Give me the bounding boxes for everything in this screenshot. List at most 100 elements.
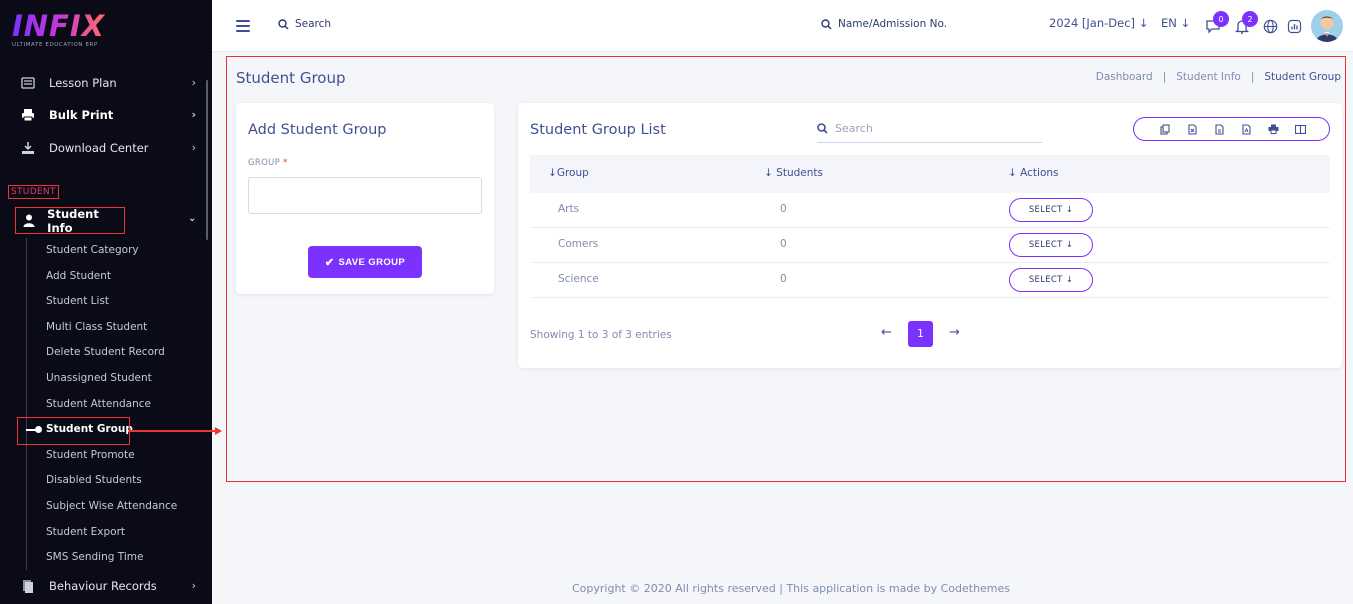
- csv-file-icon: [1214, 123, 1224, 135]
- pdf-button[interactable]: [1232, 118, 1259, 140]
- pdf-file-icon: [1241, 123, 1251, 135]
- notifications-button[interactable]: 2: [1233, 11, 1258, 35]
- select-dropdown-button[interactable]: SELECT ↓: [1009, 198, 1093, 222]
- stats-button[interactable]: [1285, 17, 1303, 35]
- list-search[interactable]: Search: [817, 115, 1042, 143]
- cell-group: Science: [558, 273, 599, 285]
- column-header-students[interactable]: ↓ Students: [764, 167, 823, 179]
- entries-info: Showing 1 to 3 of 3 entries: [530, 329, 672, 341]
- chevron-right-icon: ›: [191, 108, 196, 121]
- sort-arrow-icon: ↓: [764, 167, 773, 179]
- required-mark: *: [283, 158, 288, 168]
- group-field-label: GROUP *: [248, 158, 288, 168]
- breadcrumb-dashboard[interactable]: Dashboard: [1096, 71, 1153, 83]
- sidebar-item-bulk-print[interactable]: Bulk Print ›: [20, 103, 202, 127]
- column-header-label: Students: [776, 167, 823, 179]
- print-button[interactable]: [1259, 118, 1286, 140]
- columns-button[interactable]: [1286, 118, 1313, 140]
- sidebar-item-lesson-plan[interactable]: Lesson Plan ›: [20, 71, 202, 95]
- breadcrumb: Dashboard | Student Info | Student Group: [1096, 71, 1341, 83]
- logo[interactable]: INFIX ULTIMATE EDUCATION ERP: [12, 10, 105, 48]
- sidebar-scrollbar[interactable]: [206, 80, 208, 240]
- hamburger-menu-icon[interactable]: [236, 20, 250, 32]
- group-name-input[interactable]: [248, 177, 482, 214]
- language-select[interactable]: EN ↓: [1161, 16, 1190, 30]
- list-search-placeholder: Search: [835, 122, 873, 135]
- sidebar-item-behaviour-records[interactable]: Behaviour Records ›: [20, 574, 202, 598]
- select-label: SELECT: [1028, 205, 1063, 215]
- globe-icon: [1263, 19, 1277, 33]
- chevron-right-icon: ›: [191, 579, 196, 592]
- cell-students: 0: [780, 273, 787, 285]
- logo-tagline: ULTIMATE EDUCATION ERP: [12, 42, 98, 48]
- sidebar-subitem[interactable]: Unassigned Student: [46, 372, 152, 384]
- arrow-down-icon: ↓: [1065, 275, 1074, 285]
- breadcrumb-current: Student Group: [1264, 71, 1341, 83]
- breadcrumb-student-info[interactable]: Student Info: [1176, 71, 1241, 83]
- csv-button[interactable]: [1205, 118, 1232, 140]
- behaviour-icon: [20, 578, 36, 594]
- sidebar-item-label: Bulk Print: [49, 108, 114, 122]
- cell-students: 0: [780, 203, 787, 215]
- select-dropdown-button[interactable]: SELECT ↓: [1009, 268, 1093, 292]
- excel-button[interactable]: [1178, 118, 1205, 140]
- copy-button[interactable]: [1151, 118, 1178, 140]
- page-title: Student Group: [236, 69, 346, 87]
- prev-page-arrow-icon[interactable]: ←: [881, 325, 892, 340]
- list-icon: [20, 75, 36, 91]
- sidebar-subitem[interactable]: SMS Sending Time: [46, 551, 143, 563]
- topbar: Search Name/Admission No. 2024 [Jan-Dec]…: [212, 0, 1353, 52]
- sidebar-subitem[interactable]: Student Category: [46, 244, 139, 256]
- breadcrumb-separator: |: [1162, 71, 1167, 83]
- select-label: SELECT: [1028, 275, 1063, 285]
- arrow-down-icon: ↓: [1180, 16, 1191, 30]
- check-icon: ✔: [324, 256, 335, 269]
- select-dropdown-button[interactable]: SELECT ↓: [1009, 233, 1093, 257]
- sidebar-section-label: STUDENT: [8, 185, 59, 199]
- column-header-group[interactable]: ↓Group: [548, 167, 589, 179]
- arrow-down-icon: ↓: [1138, 16, 1149, 30]
- group-list-title: Student Group List: [530, 122, 666, 138]
- save-group-button[interactable]: ✔ SAVE GROUP: [308, 246, 422, 278]
- sidebar-subitem[interactable]: Student Export: [46, 526, 125, 538]
- save-group-label: SAVE GROUP: [338, 256, 406, 268]
- admission-search[interactable]: Name/Admission No.: [821, 18, 947, 30]
- avatar[interactable]: [1311, 10, 1343, 42]
- add-group-card: Add Student Group GROUP * ✔ SAVE GROUP: [236, 103, 494, 294]
- group-label-text: GROUP: [248, 158, 281, 168]
- search-icon: [817, 123, 828, 134]
- column-header-label: Actions: [1020, 167, 1059, 179]
- arrow-down-icon: ↓: [1065, 240, 1074, 250]
- download-icon: [20, 140, 36, 156]
- sidebar-subitem[interactable]: Student List: [46, 295, 109, 307]
- globe-button[interactable]: [1261, 17, 1279, 35]
- top-search[interactable]: Search: [278, 18, 331, 30]
- copy-icon: [1160, 123, 1170, 135]
- messages-button[interactable]: 0: [1204, 11, 1229, 35]
- sidebar-item-student-info[interactable]: Student Info: [15, 207, 125, 235]
- sidebar-subitem[interactable]: Student Attendance: [46, 398, 151, 410]
- sidebar-item-label: Behaviour Records: [49, 579, 157, 593]
- cell-group: Arts: [558, 203, 580, 215]
- submenu-line: [26, 238, 27, 570]
- chevron-down-icon[interactable]: ⌄: [188, 213, 196, 224]
- sidebar-subitem[interactable]: Subject Wise Attendance: [46, 500, 177, 512]
- cell-students: 0: [780, 238, 787, 250]
- footer-copyright: Copyright © 2020 All rights reserved | T…: [572, 582, 1011, 595]
- breadcrumb-separator: |: [1250, 71, 1255, 83]
- year-select[interactable]: 2024 [Jan-Dec] ↓: [1049, 16, 1148, 30]
- sidebar-item-download-center[interactable]: Download Center ›: [20, 136, 202, 160]
- cell-group: Comers: [558, 238, 599, 250]
- column-header-actions[interactable]: ↓ Actions: [1008, 167, 1059, 179]
- logo-text: INFIX: [12, 9, 106, 43]
- sidebar-subitem[interactable]: Student Promote: [46, 449, 135, 461]
- sidebar-subitem[interactable]: Multi Class Student: [46, 321, 147, 333]
- sidebar-subitem[interactable]: Disabled Students: [46, 474, 142, 486]
- next-page-arrow-icon[interactable]: →: [949, 325, 960, 340]
- page-button-current[interactable]: 1: [908, 321, 933, 347]
- table-header: ↓Group ↓ Students ↓ Actions: [530, 155, 1330, 193]
- notifications-badge: 2: [1242, 11, 1258, 27]
- column-header-label: Group: [556, 167, 589, 179]
- sidebar-subitem[interactable]: Add Student: [46, 270, 111, 282]
- sidebar-subitem[interactable]: Delete Student Record: [46, 346, 165, 358]
